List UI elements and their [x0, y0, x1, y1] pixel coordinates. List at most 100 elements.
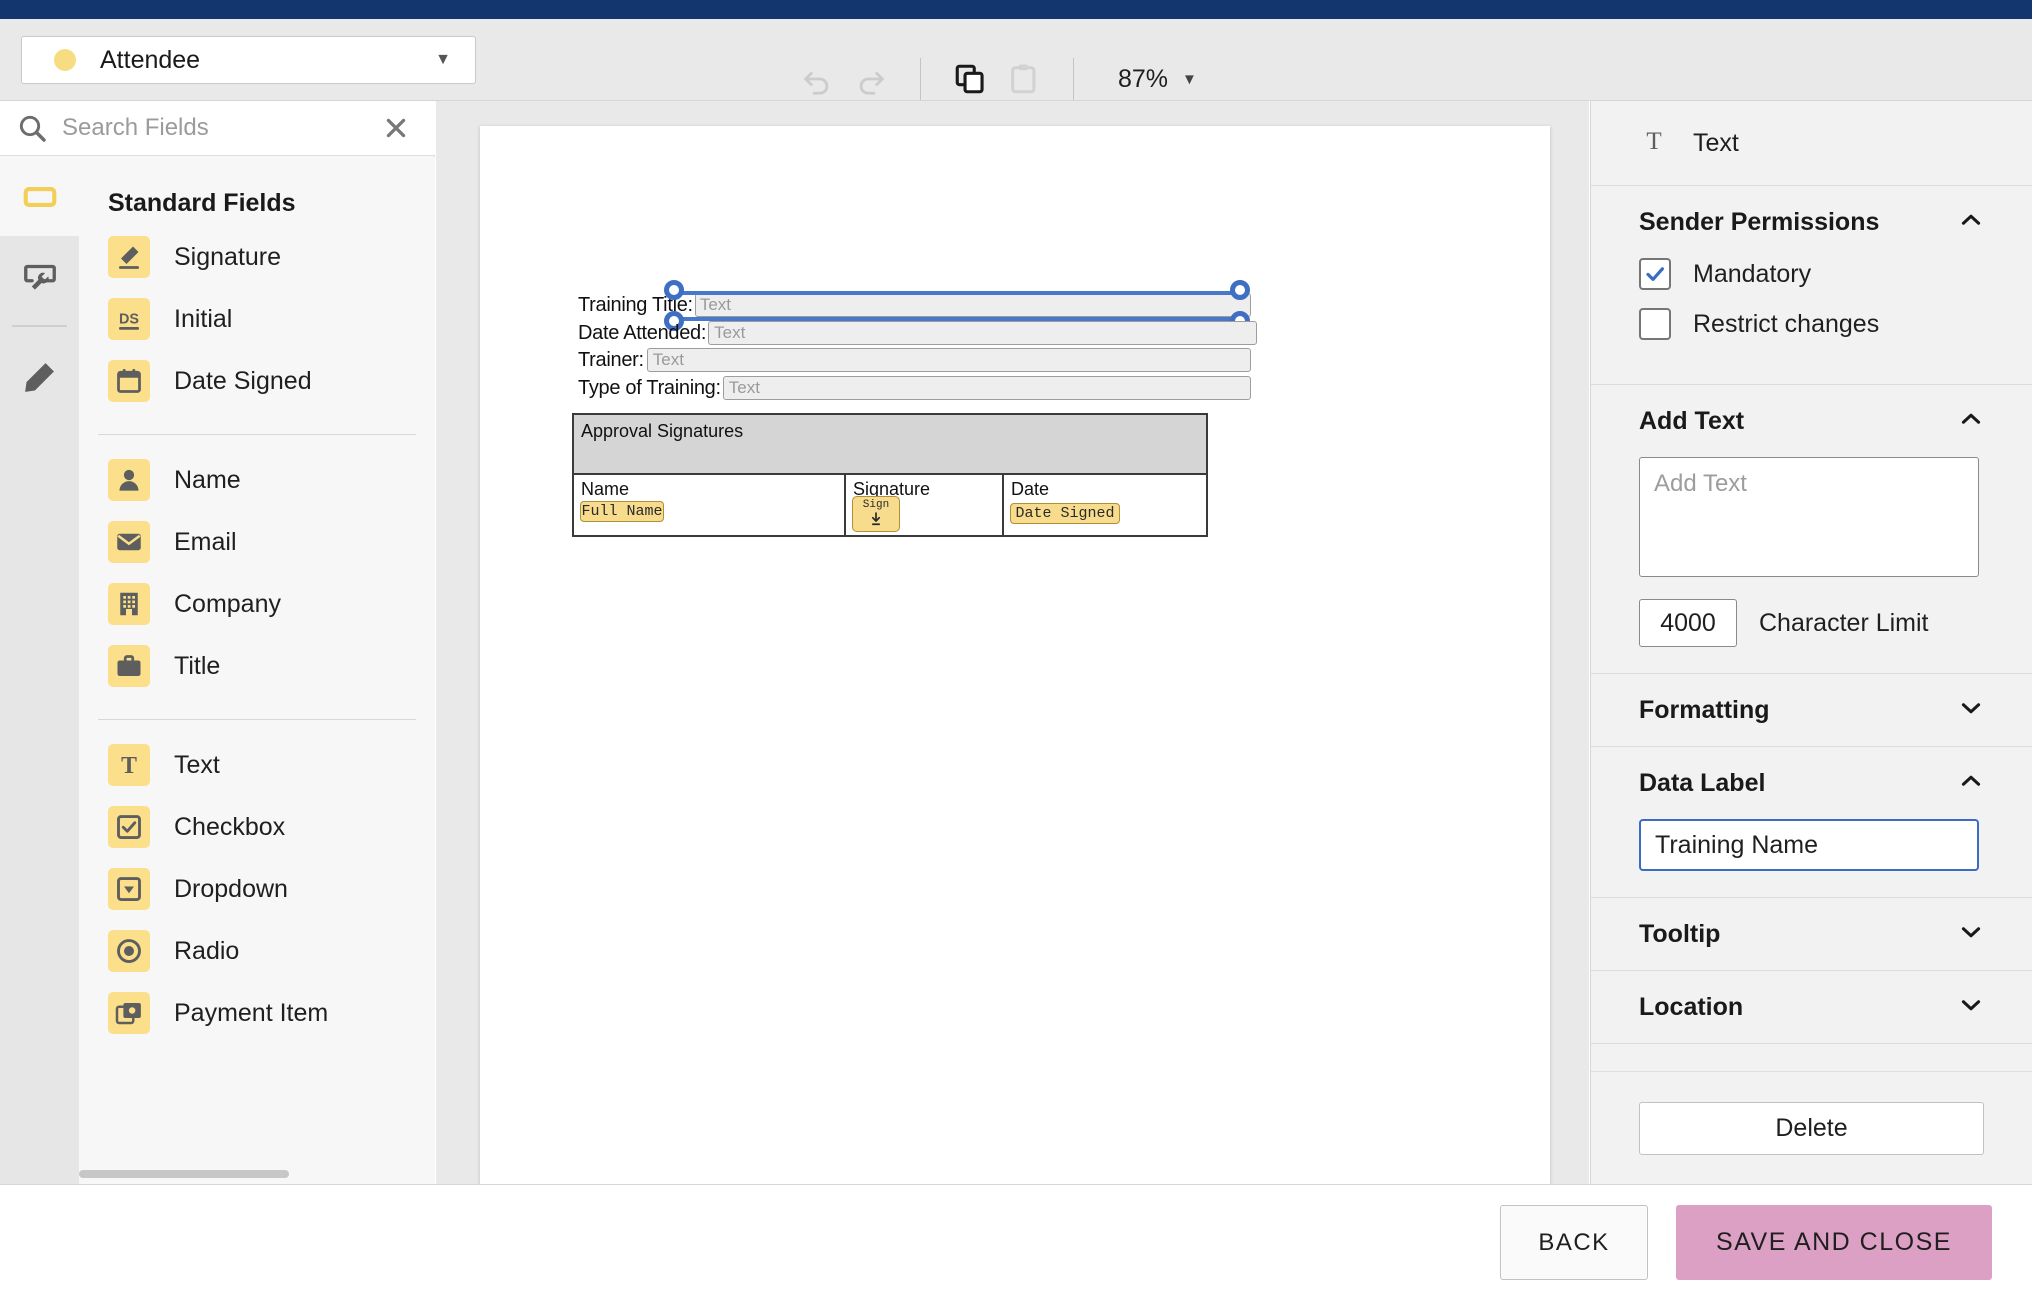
back-button[interactable]: BACK: [1500, 1205, 1648, 1280]
calendar-icon: [108, 360, 150, 402]
text-t-icon: T: [108, 744, 150, 786]
list-item[interactable]: Payment Item: [108, 988, 435, 1038]
list-item[interactable]: T Text: [108, 740, 435, 790]
paste-button[interactable]: [997, 52, 1051, 106]
delete-button[interactable]: Delete: [1639, 1101, 1984, 1155]
section-tooltip: Tooltip: [1591, 898, 2032, 971]
delete-bar: Delete: [1591, 1071, 2032, 1184]
list-item[interactable]: Title: [108, 641, 435, 691]
section-title: Data Label: [1639, 768, 1766, 797]
section-header-location[interactable]: Location: [1591, 971, 2032, 1043]
doc-input-type-of-training[interactable]: Text: [722, 376, 1251, 400]
checkbox-restrict-changes[interactable]: [1639, 308, 1671, 340]
field-tag-full-name[interactable]: Full Name: [580, 501, 664, 522]
list-item[interactable]: Name: [108, 455, 435, 505]
field-group-inputs: T Text Checkbox Dropdown Radio Payment I…: [79, 740, 435, 1038]
radio-icon: [108, 930, 150, 972]
field-tag-sign[interactable]: Sign: [852, 496, 900, 532]
list-item[interactable]: Checkbox: [108, 802, 435, 852]
sidebar-item-fields-tool[interactable]: [0, 157, 79, 236]
table-header-label: Approval Signatures: [574, 415, 1206, 475]
table-cell-name: Name Full Name: [574, 475, 844, 535]
doc-input-trainer[interactable]: Text: [646, 348, 1251, 372]
redo-icon: [859, 71, 884, 95]
briefcase-icon: [108, 645, 150, 687]
footer-actions: BACK SAVE AND CLOSE: [0, 1184, 2032, 1300]
section-header-data-label[interactable]: Data Label: [1591, 747, 2032, 819]
section-data-label: Data Label: [1591, 747, 2032, 898]
list-item[interactable]: Email: [108, 517, 435, 567]
character-limit-input[interactable]: [1639, 599, 1737, 647]
doc-input-training-title[interactable]: Text: [694, 293, 1251, 317]
undo-button[interactable]: [790, 52, 844, 106]
tool-rail: [0, 157, 79, 1184]
undo-icon: [804, 71, 829, 95]
doc-field-label: Date Attended:: [578, 321, 707, 344]
doc-field-label: Trainer:: [578, 348, 644, 371]
list-item[interactable]: Signature: [108, 232, 435, 282]
rail-divider: [12, 325, 67, 327]
list-item[interactable]: Radio: [108, 926, 435, 976]
zoom-selector[interactable]: 87% ▼: [1118, 65, 1197, 94]
toolbar-divider-1: [920, 58, 921, 100]
section-header-add-text[interactable]: Add Text: [1591, 385, 2032, 457]
list-item[interactable]: Dropdown: [108, 864, 435, 914]
save-and-close-button[interactable]: SAVE AND CLOSE: [1676, 1205, 1992, 1280]
list-item-label: Company: [174, 589, 281, 618]
payment-icon: [108, 992, 150, 1034]
copy-icon: [955, 64, 984, 94]
list-item[interactable]: Company: [108, 579, 435, 629]
list-item-label: Radio: [174, 936, 240, 965]
sidebar-item-draw-tool[interactable]: [0, 337, 79, 416]
paste-icon: [1011, 64, 1036, 94]
copy-button[interactable]: [943, 52, 997, 106]
list-item-label: Date Signed: [174, 366, 312, 395]
sidebar-item-settings-tool[interactable]: [0, 236, 79, 315]
field-group-signing: Signature DS Initial Date Signed: [79, 232, 435, 406]
section-header-formatting[interactable]: Formatting: [1591, 674, 2032, 746]
text-t-icon: T: [1639, 126, 1669, 161]
checkbox-label: Restrict changes: [1693, 309, 1880, 338]
check-icon: [1646, 267, 1664, 281]
column-header: Name: [581, 479, 630, 499]
checkbox-mandatory[interactable]: [1639, 258, 1671, 290]
group-divider: [98, 719, 416, 720]
envelope-icon: [108, 521, 150, 563]
panel-header-label: Text: [1693, 128, 1739, 157]
pencil-icon: [24, 362, 54, 392]
list-item-label: Name: [174, 465, 241, 494]
list-item-label: Signature: [174, 242, 282, 271]
person-icon: [108, 459, 150, 501]
list-item-label: Title: [174, 651, 221, 680]
doc-field-label: Type of Training:: [578, 376, 721, 399]
search-input[interactable]: [62, 114, 383, 142]
redo-button[interactable]: [844, 52, 898, 106]
data-label-input[interactable]: [1639, 819, 1979, 871]
doc-input-placeholder: Text: [652, 350, 684, 369]
add-text-textarea[interactable]: [1639, 457, 1979, 577]
resize-handle-top-right[interactable]: [1230, 280, 1250, 300]
doc-field-row-date-attended: Date Attended: Text: [578, 321, 1258, 345]
doc-input-placeholder: Text: [728, 378, 760, 397]
close-icon[interactable]: [383, 115, 409, 141]
field-tag-sign-label: Sign: [862, 499, 890, 511]
section-header-sender-permissions[interactable]: Sender Permissions: [1591, 186, 2032, 258]
group-divider: [98, 434, 416, 435]
list-item[interactable]: DS Initial: [108, 294, 435, 344]
doc-input-date-attended[interactable]: Text: [708, 321, 1258, 345]
checkbox-row-mandatory[interactable]: Mandatory: [1639, 258, 1984, 290]
panel-header: T Text: [1591, 101, 2032, 186]
form-field-editor-app: Attendee ▼ 87% ▼ Search Fields Standard …: [0, 0, 2032, 1300]
list-item[interactable]: Date Signed: [108, 356, 435, 406]
chevron-down-icon: [1958, 992, 1984, 1023]
field-tag-date-signed[interactable]: Date Signed: [1010, 503, 1120, 524]
column-header: Date: [1011, 479, 1050, 499]
checkbox-row-restrict-changes[interactable]: Restrict changes: [1639, 308, 1984, 340]
document-canvas[interactable]: Training Title: Text Date Attended: Text: [436, 101, 1589, 1184]
section-header-tooltip[interactable]: Tooltip: [1591, 898, 2032, 970]
resize-handle-top-left[interactable]: [664, 280, 684, 300]
sidebar-horizontal-scrollbar[interactable]: [79, 1170, 435, 1178]
chevron-down-icon: ▼: [1182, 70, 1197, 88]
recipient-selector[interactable]: Attendee ▼: [21, 36, 476, 84]
checkbox-label: Mandatory: [1693, 259, 1812, 288]
